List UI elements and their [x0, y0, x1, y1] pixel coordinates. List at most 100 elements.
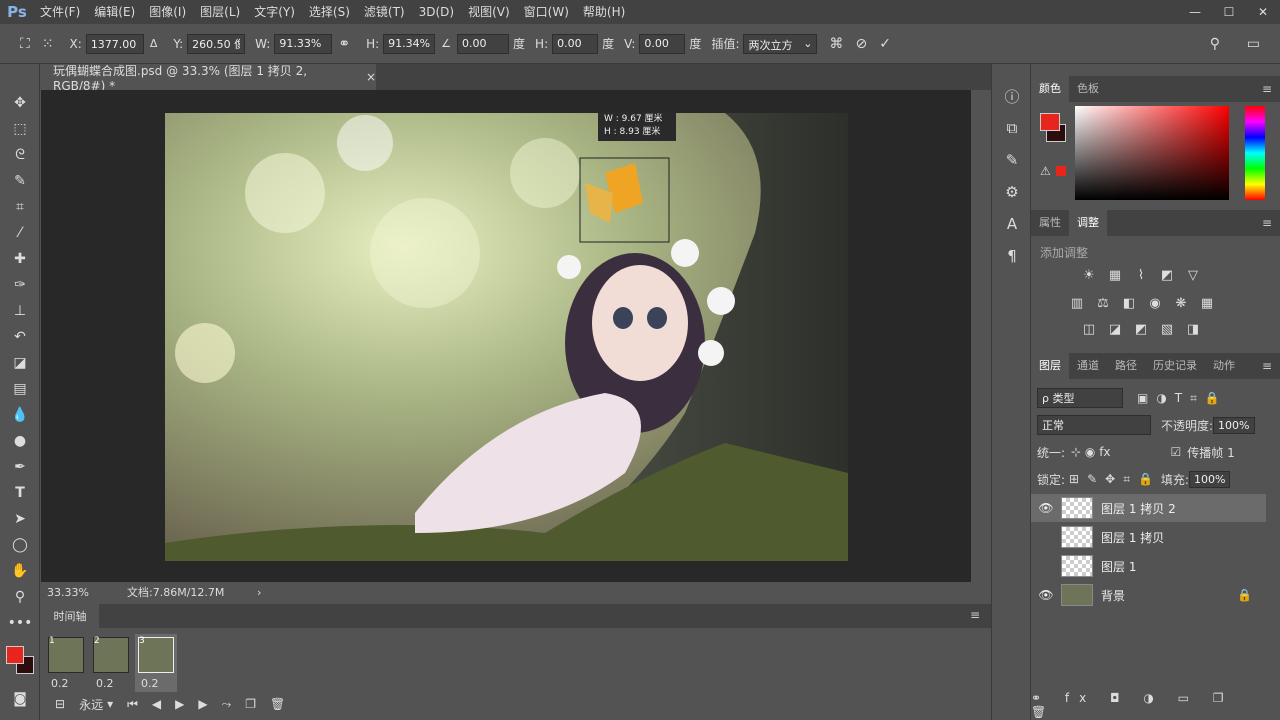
tab-adjustments[interactable]: 调整 [1069, 210, 1107, 236]
fill-input[interactable]: 100% [1188, 470, 1231, 488]
color-lookup-icon[interactable]: ▦ [1196, 294, 1218, 312]
checkbox-icon[interactable]: ☑ [1171, 445, 1182, 459]
timeline-frame-1[interactable]: 1 0.2 [45, 634, 87, 692]
black-white-icon[interactable]: ◧ [1118, 294, 1140, 312]
hue-saturation-icon[interactable]: ▥ [1066, 294, 1088, 312]
layer-row[interactable]: 图层 1 [1031, 552, 1266, 580]
dodge-tool-icon[interactable]: ● [0, 428, 40, 454]
quick-mask-icon[interactable]: ◙ [0, 686, 40, 712]
document-canvas[interactable] [165, 113, 848, 561]
layer-row[interactable]: 图层 1 拷贝 [1031, 523, 1266, 551]
eye-icon[interactable]: 👁 [1031, 501, 1061, 515]
info-icon[interactable]: ⓘ [992, 80, 1032, 112]
gradient-tool-icon[interactable]: ▤ [0, 376, 40, 402]
eyedropper-tool-icon[interactable]: ⁄ [0, 220, 40, 246]
vskew-input[interactable] [639, 33, 686, 54]
tab-swatches[interactable]: 色板 [1069, 76, 1107, 102]
link-icon[interactable]: ⚭ [338, 36, 350, 52]
menu-filter[interactable]: 滤镜(T) [358, 0, 413, 24]
character-icon[interactable]: A [992, 208, 1032, 240]
eraser-tool-icon[interactable]: ◪ [0, 350, 40, 376]
hue-slider[interactable] [1245, 106, 1265, 200]
cancel-transform-icon[interactable]: ⊘ [855, 36, 867, 52]
interpolation-select[interactable]: 两次立方 ⌄ [743, 33, 818, 54]
more-tools-icon[interactable]: ••• [0, 610, 40, 636]
type-tool-icon[interactable]: T [0, 480, 40, 506]
tab-layers[interactable]: 图层 [1031, 353, 1069, 379]
lasso-tool-icon[interactable]: ᘓ [0, 142, 40, 168]
relative-position-icon[interactable]: Δ [150, 37, 158, 50]
y-input[interactable] [187, 33, 246, 54]
timeline-frame-3[interactable]: 3 0.2 [135, 634, 177, 692]
marquee-tool-icon[interactable]: ⬚ [0, 116, 40, 142]
warp-icon[interactable]: ⌘ [829, 36, 843, 52]
blur-tool-icon[interactable]: 💧 [0, 402, 40, 428]
levels-icon[interactable]: ▦ [1104, 266, 1126, 284]
color-foreground-swatch[interactable] [1040, 113, 1060, 131]
commit-transform-icon[interactable]: ✓ [879, 36, 891, 52]
tool-preset-icon[interactable]: ⚙ [992, 176, 1032, 208]
height-input[interactable] [383, 33, 436, 54]
menu-layer[interactable]: 图层(L) [194, 0, 248, 24]
color-field[interactable] [1075, 106, 1229, 200]
maximize-icon[interactable]: ☐ [1212, 0, 1246, 24]
vibrance-icon[interactable]: ▽ [1182, 266, 1204, 284]
workspace-icon[interactable]: ▭ [1247, 36, 1260, 52]
hskew-input[interactable] [552, 33, 599, 54]
layer-filter-icons[interactable]: ▣◑T⌗🔒 [1137, 391, 1228, 406]
close-icon[interactable]: ✕ [1246, 0, 1280, 24]
crop-tool-icon[interactable]: ⌗ [0, 194, 40, 220]
minimize-icon[interactable]: — [1178, 0, 1212, 24]
delete-frame-icon[interactable]: 🗑 [270, 697, 285, 711]
threshold-icon[interactable]: ◩ [1130, 320, 1152, 338]
first-frame-icon[interactable]: ⏮ [127, 697, 138, 712]
move-tool-icon[interactable]: ✥ [0, 90, 40, 116]
ellipse-tool-icon[interactable]: ◯ [0, 532, 40, 558]
color-panel-menu-icon[interactable]: ≡ [1262, 82, 1272, 96]
loop-select[interactable]: 永远 [79, 696, 103, 713]
tab-channels[interactable]: 通道 [1069, 353, 1107, 379]
adjust-panel-menu-icon[interactable]: ≡ [1262, 216, 1272, 230]
healing-brush-tool-icon[interactable]: ✚ [0, 246, 40, 272]
color-balance-icon[interactable]: ⚖ [1092, 294, 1114, 312]
channel-mixer-icon[interactable]: ❋ [1170, 294, 1192, 312]
width-input[interactable] [274, 33, 333, 54]
tab-actions[interactable]: 动作 [1205, 353, 1243, 379]
tab-properties[interactable]: 属性 [1031, 210, 1069, 236]
menu-window[interactable]: 窗口(W) [518, 0, 577, 24]
quick-select-tool-icon[interactable]: ✎ [0, 168, 40, 194]
pen-tool-icon[interactable]: ✒ [0, 454, 40, 480]
brush-preset-icon[interactable]: ✎ [992, 144, 1032, 176]
paragraph-icon[interactable]: ¶ [992, 240, 1032, 272]
frame-delay[interactable]: 0.2 [141, 677, 159, 690]
layers-panel-menu-icon[interactable]: ≡ [1262, 359, 1272, 373]
menu-file[interactable]: 文件(F) [34, 0, 88, 24]
history-brush-tool-icon[interactable]: ↶ [0, 324, 40, 350]
play-icon[interactable]: ▶ [175, 697, 184, 711]
duplicate-frame-icon[interactable]: ❐ [245, 697, 256, 711]
status-chevron-icon[interactable]: › [257, 586, 261, 599]
clone-source-icon[interactable]: ⧉ [992, 112, 1032, 144]
reference-point-icon[interactable]: ⁙ [42, 36, 54, 52]
menu-image[interactable]: 图像(I) [143, 0, 194, 24]
brush-tool-icon[interactable]: ✑ [0, 272, 40, 298]
document-tab[interactable]: 玩偶蝴蝶合成图.psd @ 33.3% (图层 1 拷贝 2, RGB/8#) … [41, 64, 376, 93]
tween-icon[interactable]: ⤳ [222, 697, 232, 712]
frame-delay[interactable]: 0.2 [51, 677, 69, 690]
timeline-frame-2[interactable]: 2 0.2 [90, 634, 132, 692]
gradient-map-icon[interactable]: ▧ [1156, 320, 1178, 338]
tab-paths[interactable]: 路径 [1107, 353, 1145, 379]
angle-input[interactable] [457, 33, 510, 54]
tab-history[interactable]: 历史记录 [1145, 353, 1205, 379]
zoom-level[interactable]: 33.33% [47, 586, 117, 599]
eye-icon[interactable]: 👁 [1031, 588, 1061, 602]
gamut-warning-icon[interactable]: ⚠ [1040, 164, 1051, 178]
menu-edit[interactable]: 编辑(E) [88, 0, 143, 24]
foreground-color-swatch[interactable] [6, 646, 24, 664]
curves-icon[interactable]: ⌇ [1130, 266, 1152, 284]
menu-select[interactable]: 选择(S) [303, 0, 358, 24]
invert-icon[interactable]: ◫ [1078, 320, 1100, 338]
next-frame-icon[interactable]: ▶ [198, 697, 207, 711]
lock-icons[interactable]: ⊞✎✥⌗🔒 [1069, 472, 1161, 487]
timeline-menu-icon[interactable]: ≡ [970, 608, 980, 622]
